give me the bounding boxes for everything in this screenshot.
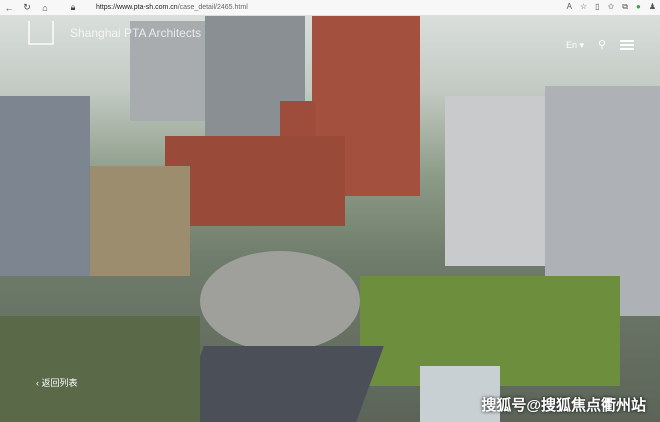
extension-icon[interactable]: ● bbox=[636, 2, 641, 12]
address-bar[interactable]: https://www.pta-sh.com.cn/case_detail/24… bbox=[96, 4, 248, 11]
menu-icon[interactable] bbox=[620, 40, 634, 50]
refresh-icon[interactable]: ↻ bbox=[18, 2, 36, 13]
language-selector[interactable]: En ▾ bbox=[566, 40, 584, 51]
browser-toolbar: ← ↻ ⌂ 🔒︎ https://www.pta-sh.com.cn/case_… bbox=[0, 0, 660, 16]
watermark: 搜狐号@搜狐焦点衢州站 bbox=[481, 397, 646, 414]
back-icon[interactable]: ← bbox=[0, 3, 18, 13]
back-to-list-link[interactable]: ‹ 返回列表 bbox=[36, 376, 78, 389]
url-domain: https://www.pta-sh.com.cn bbox=[96, 4, 178, 11]
split-screen-icon[interactable]: ▯ bbox=[595, 2, 599, 12]
url-path: /case_detail/2465.html bbox=[177, 4, 248, 11]
collections-icon[interactable]: ⧉ bbox=[622, 2, 628, 12]
home-icon[interactable]: ⌂ bbox=[36, 3, 54, 13]
lock-icon[interactable]: 🔒︎ bbox=[64, 2, 82, 13]
site-header: Shanghai PTA Architects bbox=[0, 18, 660, 48]
favorites-icon[interactable]: ✩ bbox=[608, 2, 615, 12]
read-aloud-icon[interactable]: A bbox=[567, 2, 572, 12]
back-label: 返回列表 bbox=[41, 378, 78, 388]
project-rendering bbox=[0, 16, 660, 422]
add-favorite-icon[interactable]: ☆ bbox=[580, 2, 587, 12]
search-icon[interactable]: ⚲ bbox=[598, 38, 606, 51]
language-label: En bbox=[565, 40, 577, 50]
chevron-down-icon: ▾ bbox=[579, 40, 584, 50]
profile-icon[interactable]: ♟ bbox=[649, 2, 656, 12]
logo[interactable] bbox=[28, 21, 54, 45]
site-brand[interactable]: Shanghai PTA Architects bbox=[70, 26, 201, 40]
